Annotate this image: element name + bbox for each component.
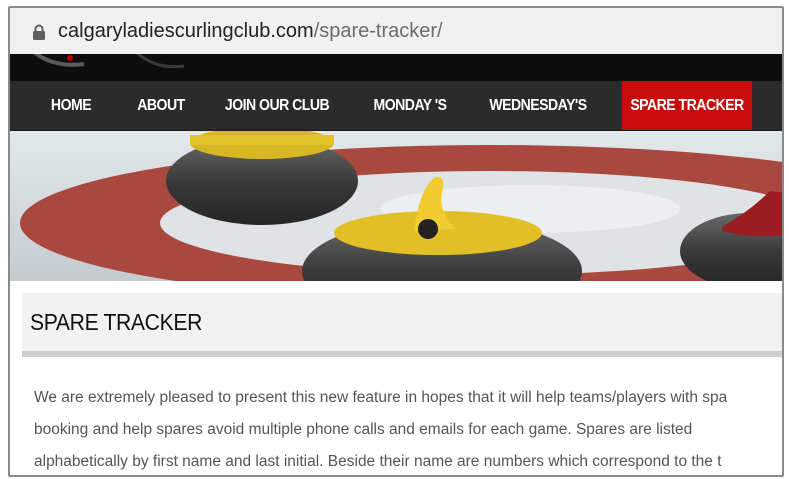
hero-banner-image	[10, 131, 782, 281]
nav-join-our-club[interactable]: JOIN OUR CLUB	[222, 81, 331, 130]
content-area: SPARE TRACKER	[10, 293, 782, 357]
url-domain: calgaryladiescurlingclub.com	[58, 20, 314, 42]
site: HOME ABOUT JOIN OUR CLUB MONDAY 'S WEDNE…	[10, 54, 782, 357]
club-logo[interactable]	[24, 54, 184, 74]
nav-wednesdays[interactable]: WEDNESDAY'S	[485, 81, 591, 130]
main-nav: HOME ABOUT JOIN OUR CLUB MONDAY 'S WEDNE…	[10, 81, 782, 131]
url-text[interactable]: calgaryladiescurlingclub.com/spare-track…	[58, 20, 443, 43]
browser-window: calgaryladiescurlingclub.com/spare-track…	[8, 6, 784, 477]
page-title-box: SPARE TRACKER	[22, 293, 782, 357]
intro-paragraph: We are extremely pleased to present this…	[34, 382, 782, 475]
nav-mondays[interactable]: MONDAY 'S	[368, 81, 452, 130]
address-bar[interactable]: calgaryladiescurlingclub.com/spare-track…	[10, 8, 782, 55]
url-path: /spare-tracker/	[313, 20, 443, 42]
paragraph-line: alphabetically by first name and last in…	[34, 453, 722, 470]
page-title: SPARE TRACKER	[30, 309, 202, 335]
paragraph-line: booking and help spares avoid multiple p…	[34, 421, 693, 438]
nav-home[interactable]: HOME	[42, 81, 100, 130]
nav-spare-tracker[interactable]: SPARE TRACKER	[621, 81, 753, 130]
curling-stones-image	[10, 131, 782, 281]
lock-icon	[33, 24, 45, 40]
paragraph-line: We are extremely pleased to present this…	[34, 389, 728, 406]
logo-strip	[10, 54, 782, 81]
nav-about[interactable]: ABOUT	[132, 81, 190, 130]
